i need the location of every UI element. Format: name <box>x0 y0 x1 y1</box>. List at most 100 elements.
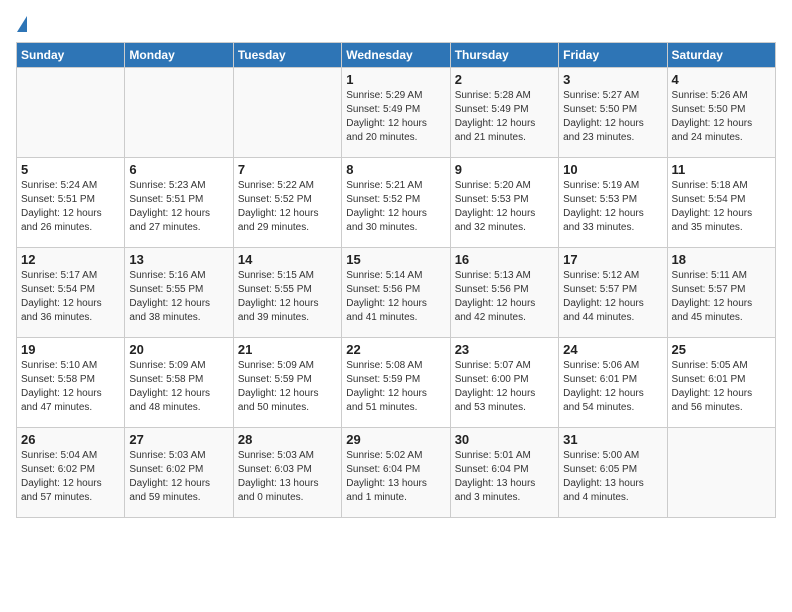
day-number: 23 <box>455 342 554 357</box>
day-number: 8 <box>346 162 445 177</box>
day-number: 6 <box>129 162 228 177</box>
day-info: Sunrise: 5:12 AMSunset: 5:57 PMDaylight:… <box>563 269 662 325</box>
day-number: 20 <box>129 342 228 357</box>
day-number: 4 <box>672 72 771 87</box>
day-cell: 22 Sunrise: 5:08 AMSunset: 5:59 PMDayligh… <box>342 338 450 428</box>
day-cell: 21 Sunrise: 5:09 AMSunset: 5:59 PMDayligh… <box>233 338 341 428</box>
day-info: Sunrise: 5:29 AMSunset: 5:49 PMDaylight:… <box>346 89 445 145</box>
day-number: 7 <box>238 162 337 177</box>
day-number: 13 <box>129 252 228 267</box>
day-cell: 28 Sunrise: 5:03 AMSunset: 6:03 PMDayligh… <box>233 428 341 518</box>
column-header-wednesday: Wednesday <box>342 43 450 68</box>
day-cell: 29 Sunrise: 5:02 AMSunset: 6:04 PMDayligh… <box>342 428 450 518</box>
day-cell: 8 Sunrise: 5:21 AMSunset: 5:52 PMDaylight… <box>342 158 450 248</box>
day-number: 29 <box>346 432 445 447</box>
day-info: Sunrise: 5:06 AMSunset: 6:01 PMDaylight:… <box>563 359 662 415</box>
calendar-table: SundayMondayTuesdayWednesdayThursdayFrid… <box>16 42 776 518</box>
day-number: 30 <box>455 432 554 447</box>
day-cell: 24 Sunrise: 5:06 AMSunset: 6:01 PMDayligh… <box>559 338 667 428</box>
day-cell: 30Sunrise: 5:01 AMSunset: 6:04 PMDayligh… <box>450 428 558 518</box>
day-number: 21 <box>238 342 337 357</box>
day-cell <box>125 68 233 158</box>
day-info: Sunrise: 5:03 AMSunset: 6:03 PMDaylight:… <box>238 449 337 505</box>
day-number: 27 <box>129 432 228 447</box>
day-info: Sunrise: 5:21 AMSunset: 5:52 PMDaylight:… <box>346 179 445 235</box>
week-row-4: 19 Sunrise: 5:10 AMSunset: 5:58 PMDayligh… <box>17 338 776 428</box>
logo <box>16 16 27 32</box>
day-cell: 6 Sunrise: 5:23 AMSunset: 5:51 PMDaylight… <box>125 158 233 248</box>
day-cell: 15 Sunrise: 5:14 AMSunset: 5:56 PMDayligh… <box>342 248 450 338</box>
day-cell: 1Sunrise: 5:29 AMSunset: 5:49 PMDaylight… <box>342 68 450 158</box>
day-info: Sunrise: 5:09 AMSunset: 5:58 PMDaylight:… <box>129 359 228 415</box>
day-number: 24 <box>563 342 662 357</box>
day-info: Sunrise: 5:14 AMSunset: 5:56 PMDaylight:… <box>346 269 445 325</box>
week-row-2: 5Sunrise: 5:24 AMSunset: 5:51 PMDaylight… <box>17 158 776 248</box>
day-cell: 27 Sunrise: 5:03 AMSunset: 6:02 PMDayligh… <box>125 428 233 518</box>
day-cell: 18 Sunrise: 5:11 AMSunset: 5:57 PMDayligh… <box>667 248 775 338</box>
column-header-thursday: Thursday <box>450 43 558 68</box>
day-number: 10 <box>563 162 662 177</box>
day-cell: 19 Sunrise: 5:10 AMSunset: 5:58 PMDayligh… <box>17 338 125 428</box>
day-info: Sunrise: 5:00 AMSunset: 6:05 PMDaylight:… <box>563 449 662 505</box>
week-row-3: 12Sunrise: 5:17 AMSunset: 5:54 PMDayligh… <box>17 248 776 338</box>
day-number: 14 <box>238 252 337 267</box>
day-number: 31 <box>563 432 662 447</box>
day-number: 15 <box>346 252 445 267</box>
day-cell: 25Sunrise: 5:05 AMSunset: 6:01 PMDayligh… <box>667 338 775 428</box>
day-info: Sunrise: 5:18 AMSunset: 5:54 PMDaylight:… <box>672 179 771 235</box>
day-number: 12 <box>21 252 120 267</box>
day-info: Sunrise: 5:22 AMSunset: 5:52 PMDaylight:… <box>238 179 337 235</box>
day-info: Sunrise: 5:05 AMSunset: 6:01 PMDaylight:… <box>672 359 771 415</box>
day-info: Sunrise: 5:28 AMSunset: 5:49 PMDaylight:… <box>455 89 554 145</box>
page-header <box>16 16 776 32</box>
day-cell: 26 Sunrise: 5:04 AMSunset: 6:02 PMDayligh… <box>17 428 125 518</box>
day-info: Sunrise: 5:08 AMSunset: 5:59 PMDaylight:… <box>346 359 445 415</box>
day-info: Sunrise: 5:13 AMSunset: 5:56 PMDaylight:… <box>455 269 554 325</box>
day-cell: 12Sunrise: 5:17 AMSunset: 5:54 PMDayligh… <box>17 248 125 338</box>
day-number: 16 <box>455 252 554 267</box>
column-header-tuesday: Tuesday <box>233 43 341 68</box>
day-info: Sunrise: 5:19 AMSunset: 5:53 PMDaylight:… <box>563 179 662 235</box>
column-header-monday: Monday <box>125 43 233 68</box>
day-number: 26 <box>21 432 120 447</box>
day-number: 2 <box>455 72 554 87</box>
day-info: Sunrise: 5:03 AMSunset: 6:02 PMDaylight:… <box>129 449 228 505</box>
day-info: Sunrise: 5:23 AMSunset: 5:51 PMDaylight:… <box>129 179 228 235</box>
day-info: Sunrise: 5:11 AMSunset: 5:57 PMDaylight:… <box>672 269 771 325</box>
day-cell <box>233 68 341 158</box>
week-row-1: 1Sunrise: 5:29 AMSunset: 5:49 PMDaylight… <box>17 68 776 158</box>
day-number: 17 <box>563 252 662 267</box>
day-number: 19 <box>21 342 120 357</box>
logo-triangle-icon <box>17 16 27 32</box>
week-row-5: 26 Sunrise: 5:04 AMSunset: 6:02 PMDayligh… <box>17 428 776 518</box>
day-cell: 23 Sunrise: 5:07 AMSunset: 6:00 PMDayligh… <box>450 338 558 428</box>
day-cell <box>667 428 775 518</box>
day-cell: 17 Sunrise: 5:12 AMSunset: 5:57 PMDayligh… <box>559 248 667 338</box>
calendar-header: SundayMondayTuesdayWednesdayThursdayFrid… <box>17 43 776 68</box>
day-number: 3 <box>563 72 662 87</box>
day-cell: 5Sunrise: 5:24 AMSunset: 5:51 PMDaylight… <box>17 158 125 248</box>
day-info: Sunrise: 5:27 AMSunset: 5:50 PMDaylight:… <box>563 89 662 145</box>
day-cell: 20 Sunrise: 5:09 AMSunset: 5:58 PMDayligh… <box>125 338 233 428</box>
day-info: Sunrise: 5:04 AMSunset: 6:02 PMDaylight:… <box>21 449 120 505</box>
day-cell: 13Sunrise: 5:16 AMSunset: 5:55 PMDayligh… <box>125 248 233 338</box>
day-number: 11 <box>672 162 771 177</box>
day-cell: 4Sunrise: 5:26 AMSunset: 5:50 PMDaylight… <box>667 68 775 158</box>
day-cell: 7 Sunrise: 5:22 AMSunset: 5:52 PMDaylight… <box>233 158 341 248</box>
day-info: Sunrise: 5:15 AMSunset: 5:55 PMDaylight:… <box>238 269 337 325</box>
day-cell: 14 Sunrise: 5:15 AMSunset: 5:55 PMDayligh… <box>233 248 341 338</box>
day-cell: 10 Sunrise: 5:19 AMSunset: 5:53 PMDayligh… <box>559 158 667 248</box>
day-info: Sunrise: 5:20 AMSunset: 5:53 PMDaylight:… <box>455 179 554 235</box>
header-row: SundayMondayTuesdayWednesdayThursdayFrid… <box>17 43 776 68</box>
column-header-sunday: Sunday <box>17 43 125 68</box>
day-number: 22 <box>346 342 445 357</box>
day-number: 18 <box>672 252 771 267</box>
day-info: Sunrise: 5:02 AMSunset: 6:04 PMDaylight:… <box>346 449 445 505</box>
day-cell: 2 Sunrise: 5:28 AMSunset: 5:49 PMDaylight… <box>450 68 558 158</box>
calendar-body: 1Sunrise: 5:29 AMSunset: 5:49 PMDaylight… <box>17 68 776 518</box>
day-cell: 16 Sunrise: 5:13 AMSunset: 5:56 PMDayligh… <box>450 248 558 338</box>
day-info: Sunrise: 5:07 AMSunset: 6:00 PMDaylight:… <box>455 359 554 415</box>
day-info: Sunrise: 5:09 AMSunset: 5:59 PMDaylight:… <box>238 359 337 415</box>
day-number: 28 <box>238 432 337 447</box>
day-info: Sunrise: 5:10 AMSunset: 5:58 PMDaylight:… <box>21 359 120 415</box>
